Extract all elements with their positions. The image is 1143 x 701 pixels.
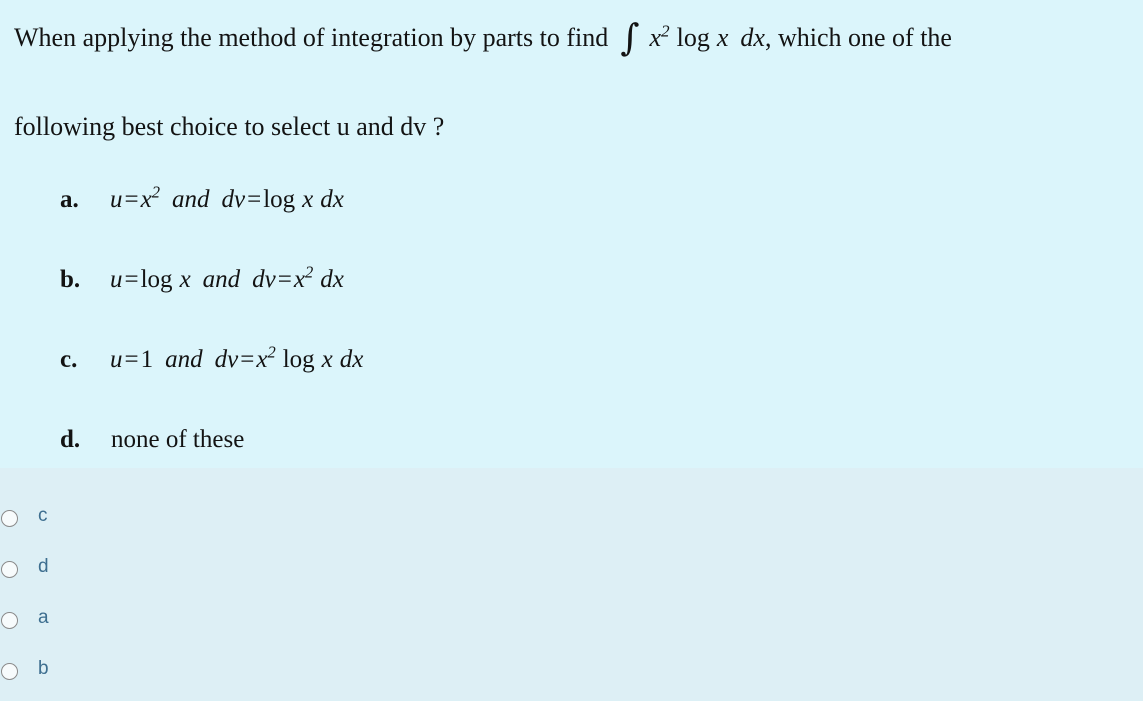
choice-c-letter: c. xyxy=(60,346,78,373)
choice-a-equals: = xyxy=(124,186,139,213)
choice-list: a. u=x2 and dv=log x dx b. u=log x and dv=x2 dx … xyxy=(0,182,1143,506)
choice-a-dv-equals: = xyxy=(247,186,262,213)
choice-b: b. u=log x and dv=x2 dx xyxy=(0,262,1143,346)
choice-a: a. u=x2 and dv=log x dx xyxy=(0,182,1143,266)
integrand-base: x xyxy=(649,23,662,52)
choice-b-u-name: u xyxy=(110,266,123,293)
choice-d-body: none of these xyxy=(111,426,245,453)
answer-option-list: c d a b xyxy=(0,497,1143,701)
choice-a-dv-log: log xyxy=(263,186,296,213)
choice-c-body: u=1 and dv=x2 log x dx xyxy=(110,342,364,374)
choice-d: d. none of these xyxy=(0,426,1143,506)
choice-c: c. u=1 and dv=x2 log x dx xyxy=(0,342,1143,426)
answer-option-d[interactable]: d xyxy=(0,548,1143,599)
choice-a-dv-name: dv xyxy=(221,186,246,213)
radio-button-icon[interactable] xyxy=(1,561,18,578)
choice-b-letter: b. xyxy=(60,266,81,293)
answer-option-a-label: a xyxy=(38,607,49,628)
choice-c-dv-base: x xyxy=(256,346,268,373)
integrand-variable: x xyxy=(716,23,729,52)
answer-option-a[interactable]: a xyxy=(0,599,1143,650)
choice-a-letter: a. xyxy=(60,186,79,213)
answer-option-b[interactable]: b xyxy=(0,650,1143,701)
choice-a-u-value-base: x xyxy=(140,186,152,213)
choice-a-body: u=x2 and dv=log x dx xyxy=(110,182,344,214)
choice-a-dv-differential: dx xyxy=(320,186,344,213)
choice-c-dv-differential: dx xyxy=(339,346,364,373)
choice-c-u-value: 1 xyxy=(140,346,154,373)
integrand-exponent: 2 xyxy=(661,21,670,41)
answer-option-c[interactable]: c xyxy=(0,497,1143,548)
choice-b-body: u=log x and dv=x2 dx xyxy=(110,262,344,294)
choice-b-dv-differential: dx xyxy=(320,266,344,293)
choice-b-u-log: log xyxy=(140,266,173,293)
choice-c-dv-name: dv xyxy=(214,346,239,373)
choice-a-dv-var: x xyxy=(302,186,314,213)
choice-b-conjunction: and xyxy=(202,266,241,293)
choice-c-dv-log: log xyxy=(282,346,315,373)
choice-b-dv-name: dv xyxy=(252,266,276,293)
choice-a-u-value-exponent: 2 xyxy=(151,182,160,202)
radio-button-icon[interactable] xyxy=(1,612,18,629)
radio-button-icon[interactable] xyxy=(1,510,18,527)
choice-c-u-name: u xyxy=(110,346,123,373)
choice-c-dv-exponent: 2 xyxy=(267,342,276,362)
question-stem-line-2: following best choice to select u and dv… xyxy=(14,112,445,141)
choice-b-dv-base: x xyxy=(293,266,305,293)
question-stem-line-1: When applying the method of integration … xyxy=(14,18,1129,58)
choice-c-equals: = xyxy=(124,346,139,373)
integrand-log: log xyxy=(676,23,710,52)
choice-c-dv-var: x xyxy=(321,346,333,373)
question-page: When applying the method of integration … xyxy=(0,0,1143,700)
choice-c-conjunction: and xyxy=(165,346,203,373)
question-text-part-2: , which one of the xyxy=(764,23,952,52)
choice-d-letter: d. xyxy=(60,426,81,453)
question-text-part-1: When applying the method of integration … xyxy=(14,23,609,52)
choice-b-dv-equals: = xyxy=(277,266,292,293)
radio-button-icon[interactable] xyxy=(1,663,18,680)
choice-a-conjunction: and xyxy=(171,186,210,213)
answer-option-c-label: c xyxy=(38,505,48,526)
choice-b-equals: = xyxy=(124,266,139,293)
answer-option-d-label: d xyxy=(38,556,49,577)
choice-a-u-name: u xyxy=(110,186,123,213)
choice-b-dv-exponent: 2 xyxy=(305,262,314,282)
choice-b-u-var: x xyxy=(179,266,191,293)
choice-c-dv-equals: = xyxy=(240,346,255,373)
answer-option-b-label: b xyxy=(38,658,49,679)
integral-sign: ∫ xyxy=(620,16,640,59)
integrand-differential: dx xyxy=(740,23,765,52)
